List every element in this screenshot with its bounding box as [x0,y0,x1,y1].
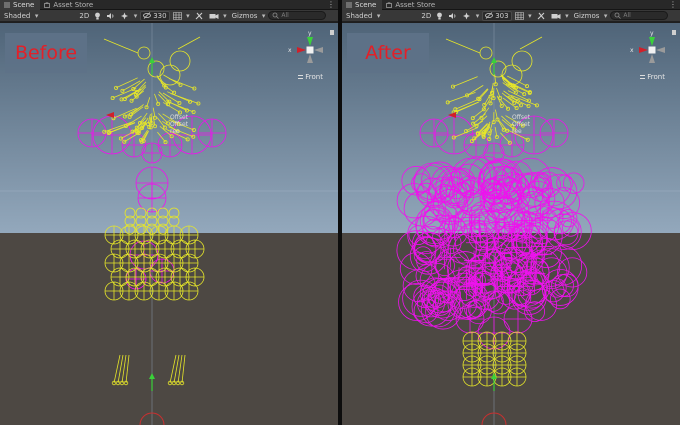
grid-icon [514,11,524,20]
toggle-2d-button[interactable]: 2D [419,11,433,21]
gizmos-label: Gizmos [573,11,600,20]
lighting-toggle-icon[interactable] [434,11,445,21]
grid-dropdown[interactable] [513,11,534,21]
gizmos-label: Gizmos [231,11,258,20]
view-menu-icon [640,75,646,79]
scene-viewport[interactable]: Offset Offset ree y x Before Front [0,23,338,425]
search-icon [614,12,622,19]
effects-dropdown[interactable] [460,11,481,21]
lock-icon[interactable] [330,30,334,35]
tools-icon[interactable] [535,11,548,21]
bone-label: ree [512,128,522,135]
eye-slash-icon [485,12,494,19]
hidden-objects-toggle[interactable]: 303 [482,10,512,21]
tab-label: Asset Store [395,0,436,9]
search-field[interactable]: All [610,11,669,20]
draw-mode-value: Shaded [346,11,373,20]
scene-toolbar: Shaded 2D 330 Gizmos All [0,10,338,22]
gizmos-dropdown[interactable]: Gizmos [230,11,268,21]
audio-toggle-icon[interactable] [104,11,117,21]
gizmo-center-cube[interactable] [648,46,656,54]
effects-dropdown[interactable] [118,11,139,21]
tab-menu-icon[interactable]: ⋮ [327,0,335,10]
gizmo-x-label: x [630,47,634,54]
view-label-text: Front [305,73,323,81]
tab-menu-icon[interactable]: ⋮ [669,0,677,10]
scene-grid-icon [346,1,352,8]
bone-label: ree [170,128,180,135]
tab-bar: Scene Asset Store ⋮ [0,0,338,10]
audio-toggle-icon[interactable] [446,11,459,21]
scene-pane-before: Scene Asset Store ⋮ Shaded 2D 330 [0,0,338,425]
tab-label: Asset Store [53,0,94,9]
view-label-front[interactable]: Front [298,73,323,81]
overlay-label: Before [14,42,78,64]
effects-icon [463,12,471,19]
tools-icon[interactable] [193,11,206,21]
tab-bar: Scene Asset Store ⋮ [342,0,680,10]
draw-mode-dropdown[interactable]: Shaded [344,11,382,21]
camera-icon [551,13,561,19]
tab-scene[interactable]: Scene [342,0,383,10]
ground-plane [0,233,338,425]
scene-render: OffsetOffsetreeyx [342,23,680,425]
tab-asset-store[interactable]: Asset Store [382,0,441,10]
toggle-2d-button[interactable]: 2D [77,11,91,21]
camera-icon [209,13,219,19]
search-icon [272,12,280,19]
search-placeholder: All [623,12,631,19]
hidden-count: 303 [495,11,509,20]
tab-label: Scene [355,0,377,9]
gizmos-dropdown[interactable]: Gizmos [572,11,610,21]
tab-asset-store[interactable]: Asset Store [40,0,99,10]
bone-label: Offset [512,114,531,121]
camera-dropdown[interactable] [207,11,229,21]
camera-dropdown[interactable] [549,11,571,21]
scene-toolbar: Shaded 2D 303 Gizmos All [342,10,680,22]
asset-store-bag-icon [44,2,51,8]
gizmo-y-label: y [308,30,312,37]
toggle-2d-label: 2D [421,11,432,20]
hidden-objects-toggle[interactable]: 330 [140,10,170,21]
toggle-2d-label: 2D [79,11,90,20]
draw-mode-dropdown[interactable]: Shaded [2,11,40,21]
search-field[interactable]: All [268,11,327,20]
lock-icon[interactable] [672,30,676,35]
search-placeholder: All [281,12,289,19]
grid-dropdown[interactable] [171,11,192,21]
grid-icon [172,11,182,20]
lighting-toggle-icon[interactable] [92,11,103,21]
scene-grid-icon [4,1,10,8]
bone-label: Offset [170,114,189,121]
bone-label: Offset [170,121,189,128]
hidden-count: 330 [153,11,167,20]
tab-label: Scene [13,0,35,9]
gizmo-y-label: y [650,30,654,37]
view-label-front[interactable]: Front [640,73,665,81]
effects-icon [121,12,129,19]
view-menu-icon [298,75,304,79]
bone-label: Offset [512,121,531,128]
asset-store-bag-icon [386,2,393,8]
overlay-label: After [365,42,411,64]
overlay-label-box: After [347,33,429,73]
gizmo-center-cube[interactable] [306,46,314,54]
eye-slash-icon [143,12,152,19]
gizmo-x-label: x [288,47,292,54]
scene-pane-after: Scene Asset Store ⋮ Shaded 2D 303 [342,0,680,425]
draw-mode-value: Shaded [4,11,31,20]
scene-viewport[interactable]: Offset Offset ree y x After Front [342,23,680,425]
view-label-text: Front [647,73,665,81]
overlay-label-box: Before [5,33,87,73]
tab-scene[interactable]: Scene [0,0,41,10]
scene-render: OffsetOffsetreeyx [0,23,338,425]
